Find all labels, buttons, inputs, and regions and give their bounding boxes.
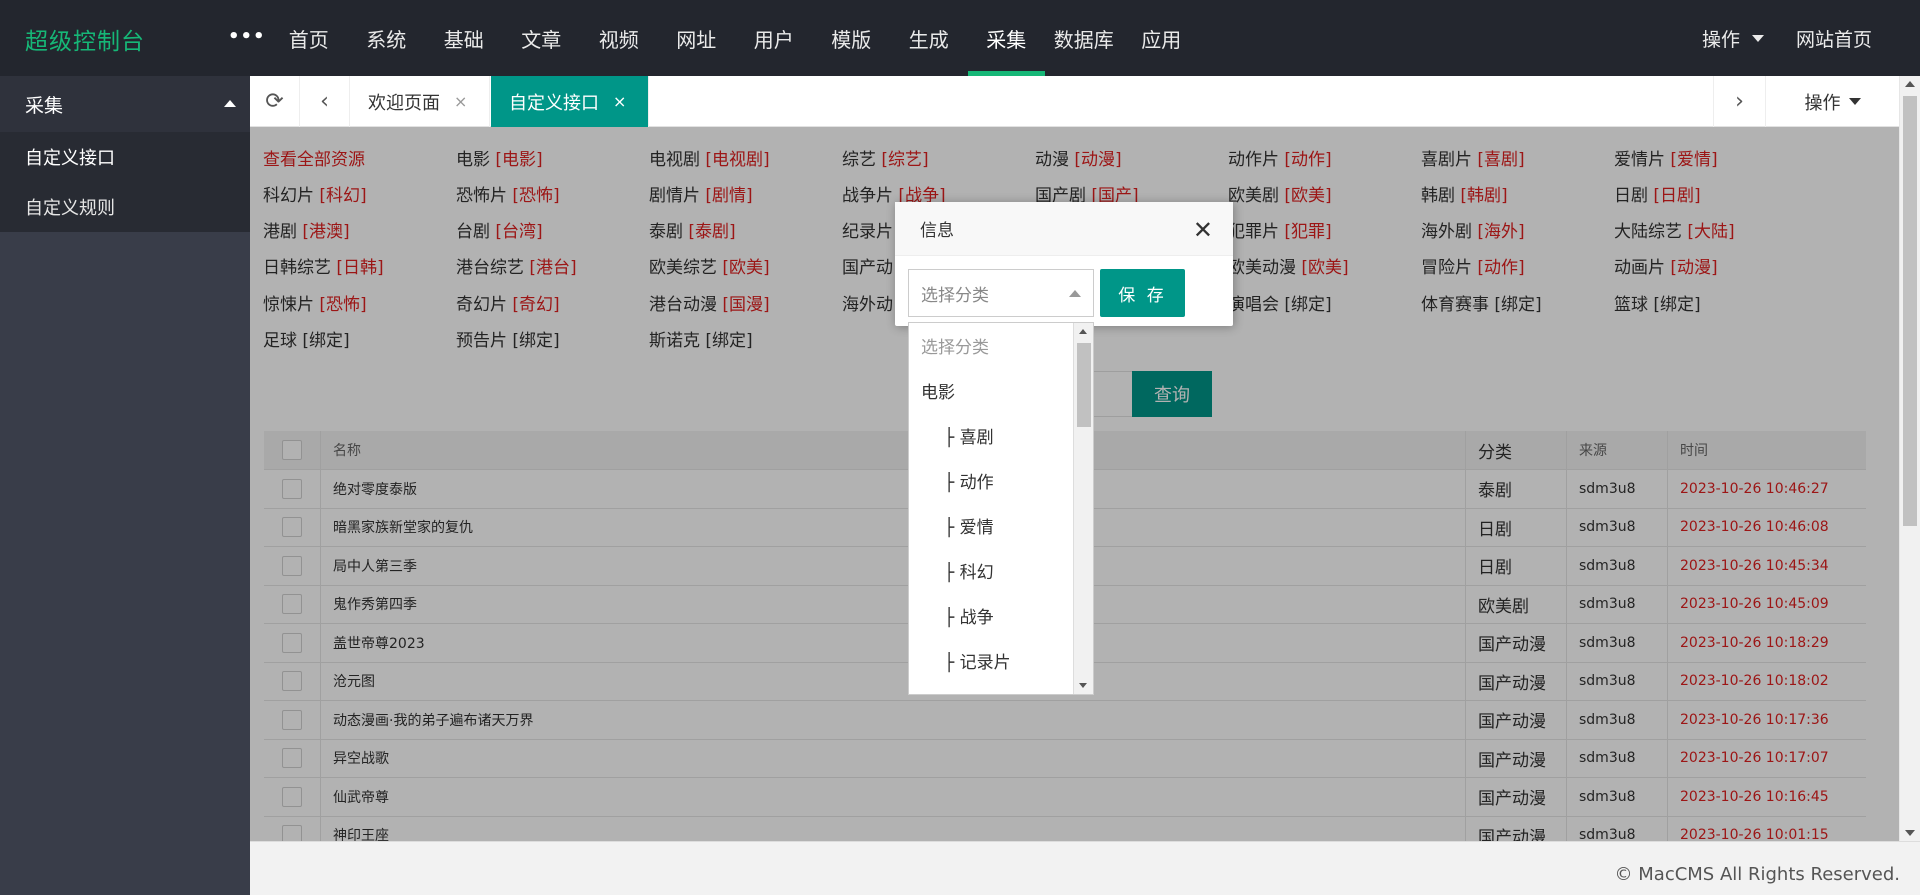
- caret-up-icon: [224, 100, 236, 107]
- tab-operate-label: 操作: [1804, 92, 1841, 114]
- scrollbar-thumb[interactable]: [1903, 96, 1917, 526]
- caret-down-icon: [1751, 34, 1764, 42]
- category-select[interactable]: 选择分类: [908, 269, 1094, 317]
- sidebar: 采集 自定义接口 自定义规则: [0, 76, 250, 895]
- nav-item-template[interactable]: 模版: [813, 0, 891, 76]
- more-menu-icon[interactable]: •••: [228, 26, 266, 47]
- nav-item-article[interactable]: 文章: [503, 0, 581, 76]
- scroll-up-arrow-icon[interactable]: [1905, 81, 1915, 87]
- sidebar-group-label: 采集: [25, 94, 64, 117]
- nav-item-apps[interactable]: 应用: [1123, 0, 1201, 76]
- tab-welcome[interactable]: 欢迎页面 ×: [350, 76, 490, 127]
- save-button[interactable]: 保 存: [1100, 269, 1185, 317]
- caret-down-icon: [1848, 98, 1861, 105]
- top-header: 超级控制台 ••• 首页 系统 基础 文章 视频 网址 用户 模版 生成 采集 …: [0, 0, 1920, 76]
- category-dropdown: 选择分类 电影 ├ 喜剧 ├ 动作 ├ 爱情 ├ 科幻 ├ 战争 ├ 记录片: [908, 322, 1094, 695]
- sidebar-submenu: 自定义接口 自定义规则: [0, 132, 250, 232]
- dropdown-option[interactable]: ├ 战争: [909, 593, 1093, 638]
- select-value: 选择分类: [921, 285, 989, 306]
- operate-menu[interactable]: 操作: [1702, 25, 1764, 52]
- dropdown-option[interactable]: ├ 动作: [909, 458, 1093, 503]
- close-icon[interactable]: ×: [613, 92, 626, 111]
- page-scrollbar[interactable]: [1899, 76, 1920, 841]
- nav-item-user[interactable]: 用户: [735, 0, 813, 76]
- info-dialog: 信息 ✕ 选择分类 保 存: [895, 202, 1233, 326]
- tab-operate-menu[interactable]: 操作: [1765, 76, 1899, 127]
- scroll-down-arrow-icon[interactable]: [1079, 683, 1087, 688]
- dropdown-option[interactable]: ├ 喜剧: [909, 413, 1093, 458]
- tab-custom-api[interactable]: 自定义接口 ×: [491, 76, 649, 127]
- copyright-text: © MacCMS All Rights Reserved.: [1614, 864, 1900, 885]
- tab-bar: ⟳ ‹ 欢迎页面 × 自定义接口 × › 操作: [250, 76, 1899, 127]
- tab-prev-icon[interactable]: ‹: [300, 76, 350, 127]
- nav-item-generate[interactable]: 生成: [890, 0, 968, 76]
- dropdown-scrollbar[interactable]: [1073, 323, 1093, 694]
- operate-label: 操作: [1701, 28, 1740, 51]
- tab-label: 欢迎页面: [368, 92, 440, 114]
- nav-item-basic[interactable]: 基础: [425, 0, 503, 76]
- caret-up-icon: [1069, 290, 1081, 297]
- close-icon[interactable]: ×: [454, 92, 467, 111]
- tab-label: 自定义接口: [509, 92, 599, 114]
- dialog-title: 信息: [895, 202, 1233, 256]
- dropdown-option[interactable]: 选择分类: [909, 323, 1093, 368]
- sidebar-item-custom-rules[interactable]: 自定义规则: [0, 182, 250, 232]
- dropdown-option[interactable]: ├ 爱情: [909, 503, 1093, 548]
- nav-item-collect[interactable]: 采集: [967, 0, 1046, 76]
- close-icon[interactable]: ✕: [1193, 216, 1213, 244]
- dropdown-option[interactable]: ├ 记录片: [909, 638, 1093, 683]
- footer: © MacCMS All Rights Reserved.: [250, 841, 1920, 895]
- nav-item-home[interactable]: 首页: [270, 0, 348, 76]
- dropdown-option[interactable]: ├ 科幻: [909, 548, 1093, 593]
- nav-item-system[interactable]: 系统: [348, 0, 426, 76]
- scroll-down-arrow-icon[interactable]: [1905, 830, 1915, 836]
- scroll-up-arrow-icon[interactable]: [1079, 329, 1087, 334]
- site-home-link[interactable]: 网站首页: [1796, 25, 1872, 52]
- header-right: 操作 网站首页: [1702, 0, 1920, 76]
- nav-item-database[interactable]: 数据库: [1045, 0, 1123, 76]
- refresh-icon[interactable]: ⟳: [250, 76, 300, 127]
- app-logo[interactable]: 超级控制台: [25, 22, 145, 56]
- tab-next-icon[interactable]: ›: [1713, 76, 1765, 127]
- nav-item-video[interactable]: 视频: [580, 0, 658, 76]
- scrollbar-thumb[interactable]: [1077, 343, 1091, 427]
- main-nav: 首页 系统 基础 文章 视频 网址 用户 模版 生成 采集 数据库 应用: [270, 0, 1200, 76]
- sidebar-item-custom-api[interactable]: 自定义接口: [0, 132, 250, 182]
- sidebar-group-collect[interactable]: 采集: [0, 76, 250, 132]
- dropdown-option[interactable]: 电影: [909, 368, 1093, 413]
- nav-item-website[interactable]: 网址: [658, 0, 736, 76]
